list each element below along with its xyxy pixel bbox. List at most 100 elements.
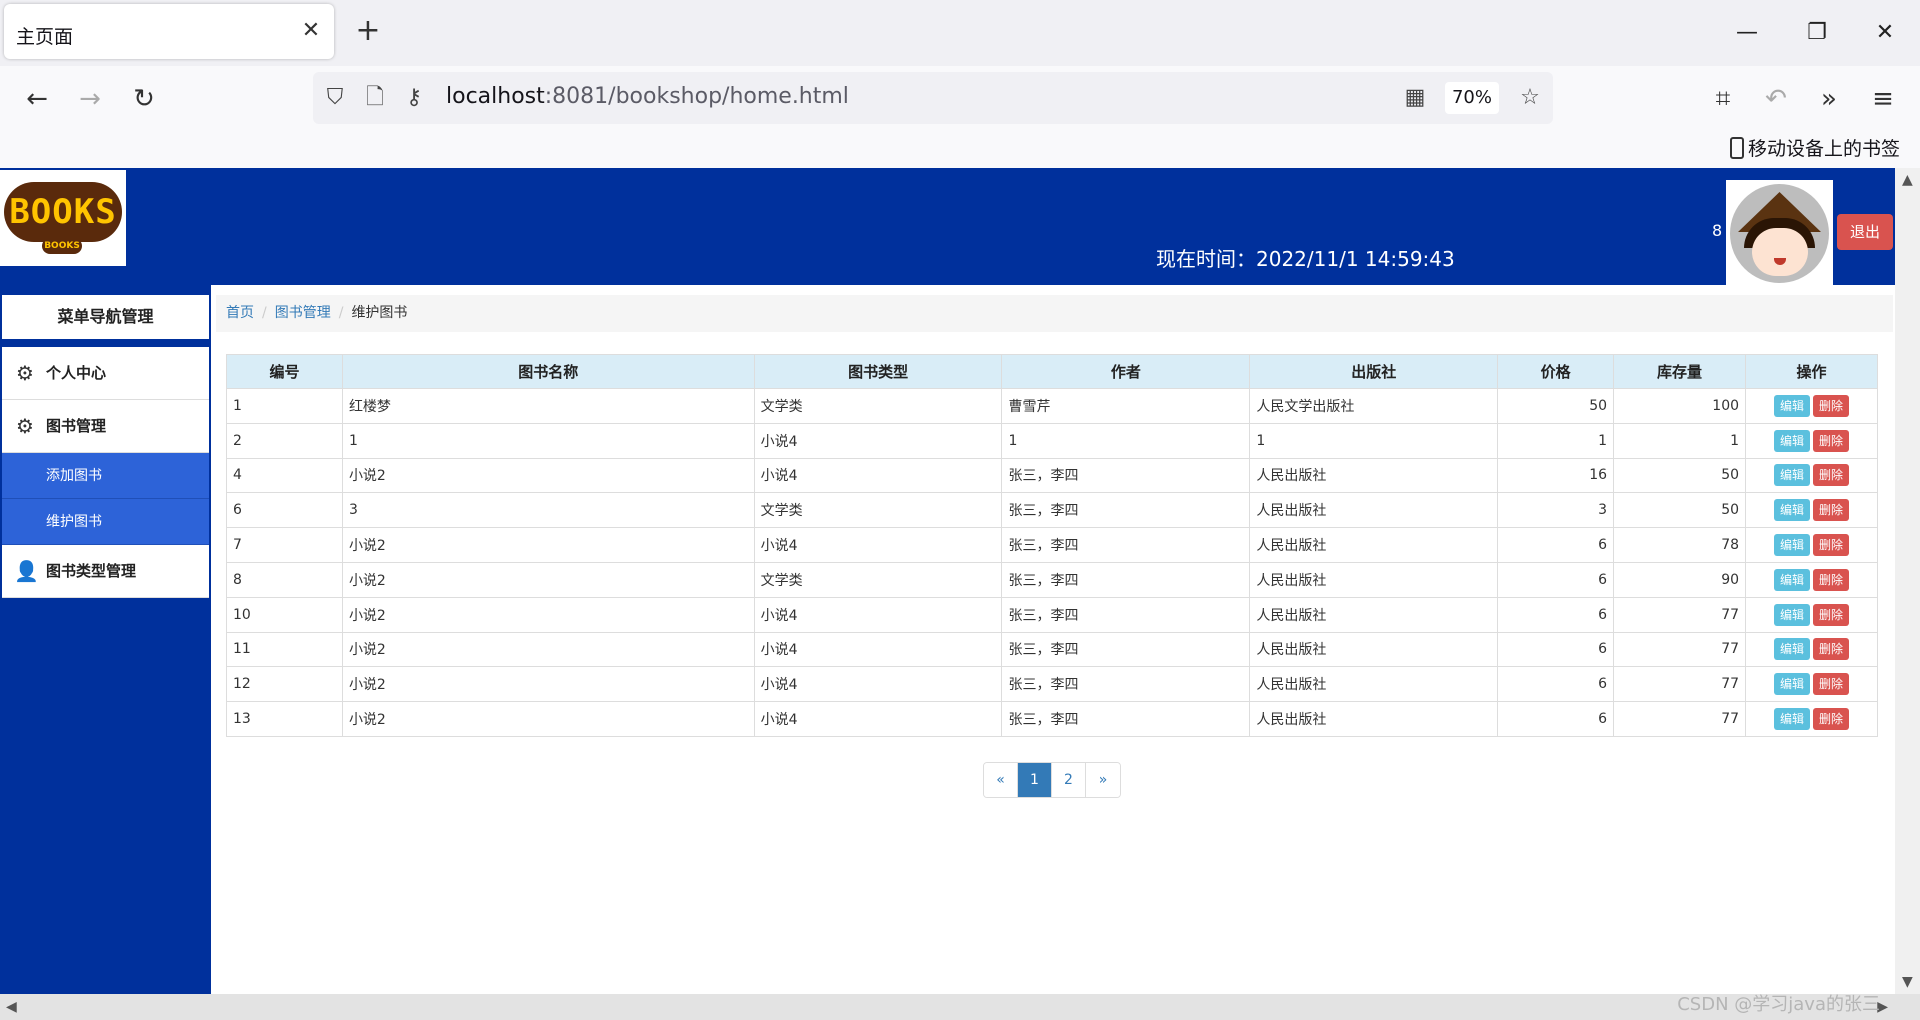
cell-publisher: 人民出版社 <box>1249 596 1499 633</box>
breadcrumb-book-management[interactable]: 图书管理 <box>275 305 331 321</box>
scroll-up-icon[interactable]: ▲ <box>1902 172 1913 188</box>
page-1[interactable]: 1 <box>1018 763 1052 797</box>
cell-actions: 编辑 删除 <box>1745 701 1878 737</box>
avatar[interactable] <box>1726 180 1833 287</box>
delete-button[interactable]: 删除 <box>1813 603 1849 626</box>
sidebar-item-maintain-books[interactable]: 维护图书 <box>2 499 209 545</box>
delete-button[interactable]: 删除 <box>1813 499 1849 522</box>
edit-button[interactable]: 编辑 <box>1774 603 1810 626</box>
cell-actions: 编辑 删除 <box>1745 457 1878 494</box>
cell-id: 10 <box>226 596 343 633</box>
star-icon[interactable]: ☆ <box>1516 84 1544 112</box>
edit-button[interactable]: 编辑 <box>1774 708 1810 731</box>
column-header: 库存量 <box>1613 354 1747 389</box>
cell-stock: 78 <box>1613 527 1747 563</box>
cell-author: 张三，李四 <box>1001 701 1251 737</box>
scroll-left-icon[interactable]: ◀ <box>6 999 17 1015</box>
new-tab-icon[interactable]: + <box>354 16 382 46</box>
browser-tab-bar: 主页面 ✕ + — ❐ ✕ <box>0 0 1920 66</box>
reload-icon[interactable]: ↻ <box>127 82 161 116</box>
delete-button[interactable]: 删除 <box>1813 394 1849 417</box>
edit-button[interactable]: 编辑 <box>1774 638 1810 661</box>
cell-id: 12 <box>226 666 343 703</box>
window-close-icon[interactable]: ✕ <box>1870 18 1900 48</box>
cell-id: 1 <box>226 388 343 424</box>
cell-price: 50 <box>1497 388 1615 424</box>
edit-button[interactable]: 编辑 <box>1774 394 1810 417</box>
mobile-bookmarks[interactable]: 移动设备上的书签 <box>1729 134 1900 161</box>
page-2[interactable]: 2 <box>1052 763 1086 797</box>
breadcrumb-home[interactable]: 首页 <box>226 305 254 321</box>
url-text[interactable]: localhost:8081/bookshop/home.html <box>446 84 849 109</box>
edit-button[interactable]: 编辑 <box>1774 534 1810 557</box>
delete-button[interactable]: 删除 <box>1813 673 1849 696</box>
cell-publisher: 人民出版社 <box>1249 631 1499 668</box>
delete-button[interactable]: 删除 <box>1813 429 1849 452</box>
restore-icon[interactable]: ❐ <box>1802 18 1832 48</box>
page-prev[interactable]: « <box>984 763 1018 797</box>
page-next[interactable]: » <box>1086 763 1120 797</box>
breadcrumb: 首页 / 图书管理 / 维护图书 <box>216 295 1893 332</box>
sidebar-item-book-type-management[interactable]: 👤 图书类型管理 <box>2 545 209 598</box>
shield-icon[interactable]: ⛉ <box>321 84 349 112</box>
column-header: 图书名称 <box>341 354 755 389</box>
vertical-scrollbar[interactable]: ▲ ▼ <box>1895 168 1920 994</box>
cell-author: 曹雪芹 <box>1001 388 1251 424</box>
zoom-level[interactable]: 70% <box>1445 82 1499 114</box>
cell-author: 张三，李四 <box>1001 457 1251 494</box>
logout-button[interactable]: 退出 <box>1837 214 1893 250</box>
cell-publisher: 人民出版社 <box>1249 457 1499 494</box>
menu-icon[interactable]: ≡ <box>1866 82 1900 116</box>
back-icon[interactable]: ← <box>20 82 54 116</box>
overflow-chevron-icon[interactable]: » <box>1812 82 1846 116</box>
table-row: 6 3 文学类 张三，李四 人民出版社 3 50 编辑 删除 <box>226 492 1878 529</box>
cell-stock: 77 <box>1613 666 1747 703</box>
qr-code-icon[interactable]: ▦ <box>1401 84 1429 112</box>
crop-icon[interactable]: ⌗ <box>1706 82 1740 116</box>
cell-id: 13 <box>226 701 343 737</box>
cell-author: 张三，李四 <box>1001 561 1251 598</box>
books-logo: BOOKS BOOKS <box>0 170 126 266</box>
scroll-down-icon[interactable]: ▼ <box>1902 974 1913 990</box>
undo-icon[interactable]: ↶ <box>1759 82 1793 116</box>
edit-button[interactable]: 编辑 <box>1774 429 1810 452</box>
forward-icon[interactable]: → <box>73 82 107 116</box>
cell-id: 8 <box>226 561 343 598</box>
cell-actions: 编辑 删除 <box>1745 422 1878 459</box>
minimize-icon[interactable]: — <box>1732 18 1762 48</box>
address-bar[interactable]: ⛉ 🗋 ⚷ localhost:8081/bookshop/home.html … <box>313 72 1553 124</box>
sidebar-item-personal-center[interactable]: ⚙ 个人中心 <box>2 347 209 400</box>
edit-button[interactable]: 编辑 <box>1774 673 1810 696</box>
delete-button[interactable]: 删除 <box>1813 568 1849 591</box>
key-icon[interactable]: ⚷ <box>400 84 428 112</box>
delete-button[interactable]: 删除 <box>1813 708 1849 731</box>
logo-text: BOOKS <box>4 182 122 242</box>
sidebar-menu: ⚙ 个人中心 ⚙ 图书管理 添加图书 维护图书 👤 图书类型管理 <box>2 347 209 598</box>
cell-name: 小说2 <box>341 701 755 737</box>
delete-button[interactable]: 删除 <box>1813 534 1849 557</box>
edit-button[interactable]: 编辑 <box>1774 464 1810 487</box>
cell-actions: 编辑 删除 <box>1745 561 1878 598</box>
browser-tab[interactable]: 主页面 ✕ <box>4 4 334 59</box>
cell-publisher: 人民文学出版社 <box>1249 388 1499 424</box>
page-viewport: BOOKS BOOKS 现在时间：2022/11/1 14:59:43 8 退出… <box>0 168 1895 994</box>
browser-nav-bar: ← → ↻ ⛉ 🗋 ⚷ localhost:8081/bookshop/home… <box>0 66 1920 130</box>
cell-stock: 77 <box>1613 631 1747 668</box>
cell-publisher: 人民出版社 <box>1249 701 1499 737</box>
sidebar-item-book-management[interactable]: ⚙ 图书管理 <box>2 400 209 453</box>
cell-id: 2 <box>226 422 343 459</box>
cell-type: 文学类 <box>753 388 1003 424</box>
edit-button[interactable]: 编辑 <box>1774 499 1810 522</box>
cell-price: 6 <box>1497 596 1615 633</box>
page-icon: 🗋 <box>366 85 384 110</box>
delete-button[interactable]: 删除 <box>1813 464 1849 487</box>
cell-type: 小说4 <box>753 701 1003 737</box>
close-tab-icon[interactable]: ✕ <box>298 18 324 44</box>
edit-button[interactable]: 编辑 <box>1774 568 1810 591</box>
horizontal-scrollbar[interactable]: ◀ ▶ CSDN @学习java的张三 <box>0 994 1920 1020</box>
cell-actions: 编辑 删除 <box>1745 631 1878 668</box>
delete-button[interactable]: 删除 <box>1813 638 1849 661</box>
sidebar-item-add-book[interactable]: 添加图书 <box>2 453 209 499</box>
cell-name: 小说2 <box>341 527 755 563</box>
cell-publisher: 人民出版社 <box>1249 527 1499 563</box>
